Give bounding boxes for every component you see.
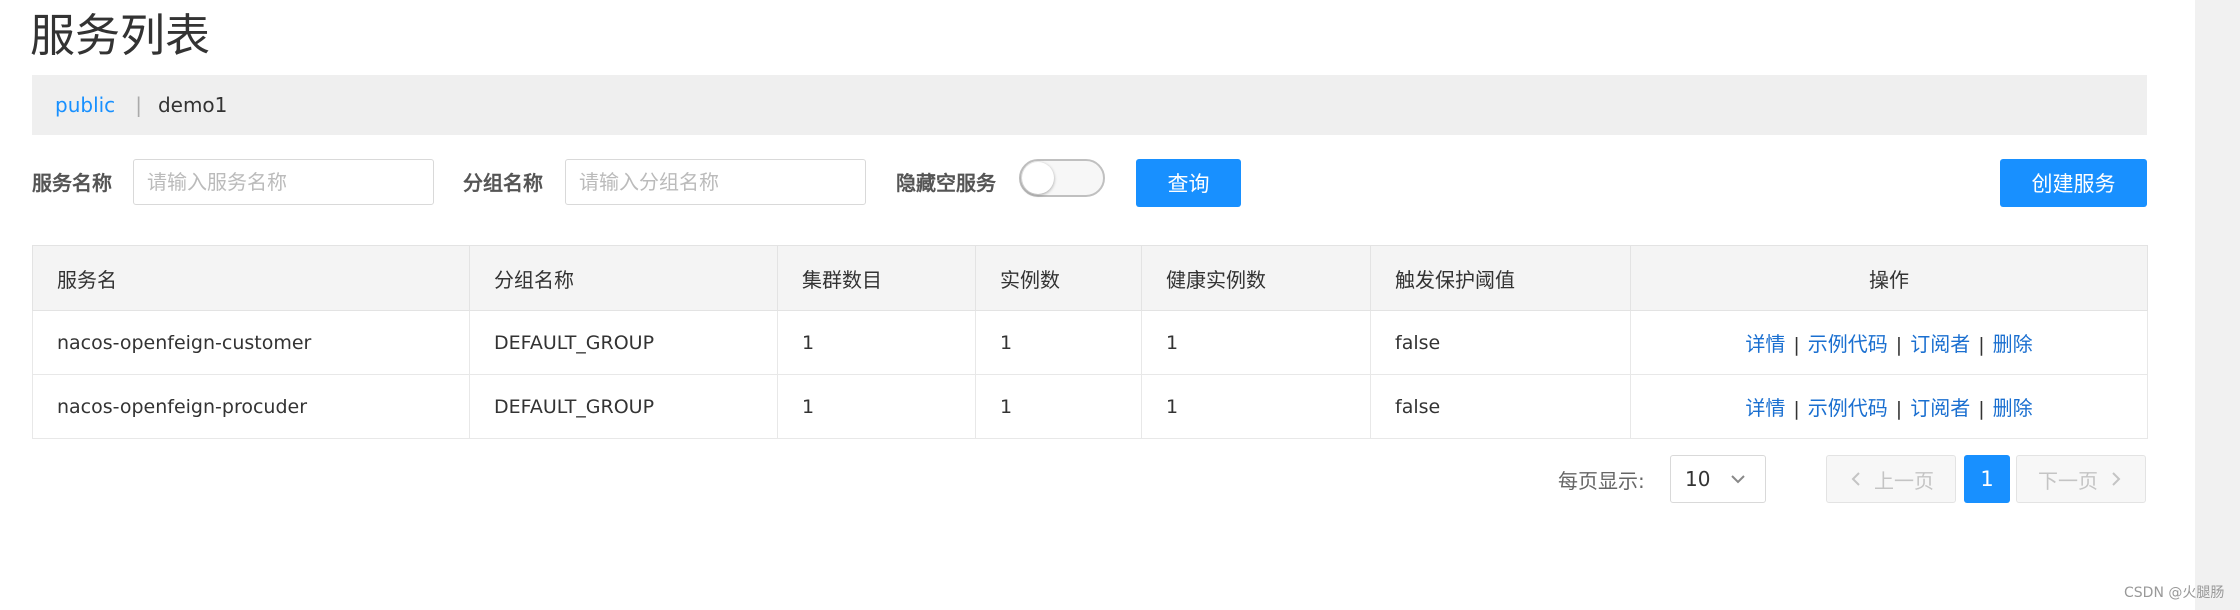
- next-page-label: 下一页: [2038, 468, 2098, 493]
- group-name-label: 分组名称: [463, 171, 543, 195]
- cell-threshold: false: [1370, 374, 1631, 439]
- table-row: nacos-openfeign-customer DEFAULT_GROUP 1…: [32, 310, 2148, 375]
- detail-link[interactable]: 详情: [1745, 332, 1785, 356]
- col-header-healthy-count[interactable]: 健康实例数: [1141, 245, 1371, 311]
- prev-page-button[interactable]: 上一页: [1826, 455, 1956, 503]
- namespace-current[interactable]: demo1: [158, 93, 227, 117]
- toggle-knob: [1022, 162, 1054, 194]
- cell-threshold: false: [1370, 310, 1631, 375]
- action-separator: |: [1895, 398, 1903, 420]
- chevron-left-icon: [1851, 472, 1860, 486]
- table-row: nacos-openfeign-procuder DEFAULT_GROUP 1…: [32, 374, 2148, 439]
- action-separator: |: [1793, 334, 1800, 356]
- table-header-row: 服务名 分组名称 集群数目 实例数 健康实例数 触发保护阈值 操作: [32, 245, 2148, 311]
- col-header-group-name[interactable]: 分组名称: [469, 245, 778, 311]
- cell-cluster-count: 1: [777, 374, 976, 439]
- hide-empty-toggle[interactable]: [1019, 159, 1105, 197]
- col-header-service-name[interactable]: 服务名: [32, 245, 470, 311]
- chevron-down-icon: [1731, 475, 1745, 484]
- delete-link[interactable]: 删除: [1993, 332, 2033, 356]
- action-separator: |: [1895, 334, 1903, 356]
- action-separator: |: [1978, 334, 1985, 356]
- cell-group-name: DEFAULT_GROUP: [469, 310, 778, 375]
- col-header-threshold[interactable]: 触发保护阈值: [1370, 245, 1631, 311]
- cell-instance-count: 1: [975, 310, 1142, 375]
- cell-healthy-count: 1: [1141, 310, 1371, 375]
- action-separator: |: [1978, 398, 1985, 420]
- namespace-bar: public | demo1: [32, 75, 2147, 135]
- cell-actions: 详情 | 示例代码 | 订阅者 | 删除: [1630, 374, 2148, 439]
- cell-service-name: nacos-openfeign-customer: [32, 310, 470, 375]
- page-1-button[interactable]: 1: [1964, 455, 2010, 503]
- action-separator: |: [1793, 398, 1800, 420]
- cell-healthy-count: 1: [1141, 374, 1371, 439]
- delete-link[interactable]: 删除: [1993, 396, 2033, 420]
- cell-actions: 详情 | 示例代码 | 订阅者 | 删除: [1630, 310, 2148, 375]
- watermark: CSDN @火腿肠: [2124, 585, 2225, 601]
- page-size-select[interactable]: 10: [1670, 455, 1766, 503]
- namespace-separator: |: [135, 93, 142, 117]
- namespace-public-link[interactable]: public: [55, 93, 115, 117]
- service-name-input[interactable]: [133, 159, 434, 205]
- service-name-label: 服务名称: [32, 171, 112, 195]
- subscribers-link[interactable]: 订阅者: [1910, 332, 1970, 356]
- service-table: 服务名 分组名称 集群数目 实例数 健康实例数 触发保护阈值 操作 nacos-…: [32, 245, 2148, 439]
- sample-code-link[interactable]: 示例代码: [1808, 396, 1888, 420]
- prev-page-label: 上一页: [1874, 468, 1934, 493]
- cell-cluster-count: 1: [777, 310, 976, 375]
- group-name-input[interactable]: [565, 159, 866, 205]
- col-header-actions: 操作: [1630, 245, 2148, 311]
- chevron-right-icon: [2112, 472, 2121, 486]
- subscribers-link[interactable]: 订阅者: [1910, 396, 1970, 420]
- page-title: 服务列表: [30, 9, 211, 62]
- cell-service-name: nacos-openfeign-procuder: [32, 374, 470, 439]
- detail-link[interactable]: 详情: [1745, 396, 1785, 420]
- col-header-cluster-count[interactable]: 集群数目: [777, 245, 976, 311]
- create-service-button[interactable]: 创建服务: [2000, 159, 2147, 207]
- col-header-instance-count[interactable]: 实例数: [975, 245, 1142, 311]
- cell-group-name: DEFAULT_GROUP: [469, 374, 778, 439]
- scrollbar[interactable]: [2195, 0, 2240, 610]
- cell-instance-count: 1: [975, 374, 1142, 439]
- next-page-button[interactable]: 下一页: [2016, 455, 2146, 503]
- page-size-label: 每页显示:: [1558, 469, 1645, 493]
- hide-empty-label: 隐藏空服务: [896, 171, 996, 195]
- sample-code-link[interactable]: 示例代码: [1808, 332, 1888, 356]
- page-size-value: 10: [1685, 467, 1711, 491]
- query-button[interactable]: 查询: [1136, 159, 1241, 207]
